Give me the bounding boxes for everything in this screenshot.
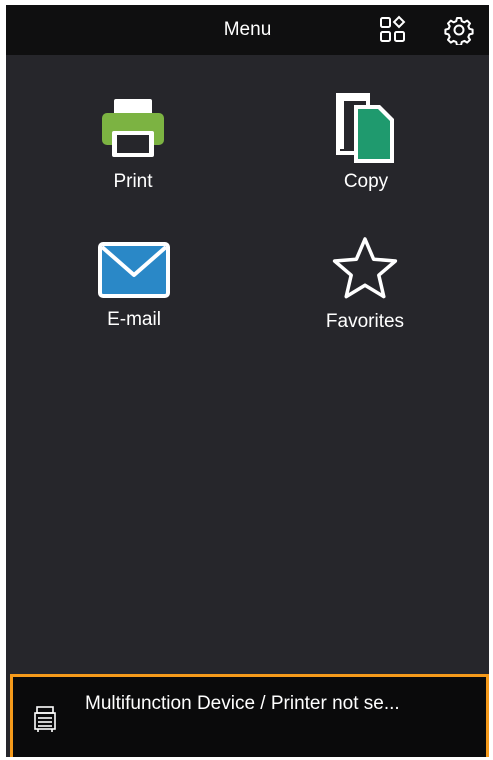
print-label: Print <box>113 171 153 192</box>
email-label: E-mail <box>107 309 161 330</box>
star-icon <box>332 237 398 299</box>
grid-shapes-icon[interactable] <box>378 15 408 45</box>
device-selector-bar[interactable]: Multifunction Device / Printer not se... <box>10 674 489 757</box>
app-screen: Menu Print Copy E-mail Favorites Multifu… <box>6 5 489 757</box>
menu-item-print[interactable]: Print <box>33 95 233 193</box>
printer-device-icon <box>33 705 57 738</box>
envelope-icon <box>98 242 170 298</box>
menu-item-email[interactable]: E-mail <box>34 241 234 331</box>
printer-icon <box>102 99 164 157</box>
copy-icon <box>336 93 394 163</box>
gear-icon[interactable] <box>444 15 474 47</box>
top-bar: Menu <box>6 5 489 55</box>
favorites-label: Favorites <box>325 311 405 332</box>
menu-item-copy[interactable]: Copy <box>266 91 466 193</box>
selected-device-text: Multifunction Device / Printer not se... <box>85 693 400 714</box>
page-title: Menu <box>223 19 272 40</box>
copy-label: Copy <box>343 171 389 192</box>
menu-item-favorites[interactable]: Favorites <box>265 235 465 333</box>
